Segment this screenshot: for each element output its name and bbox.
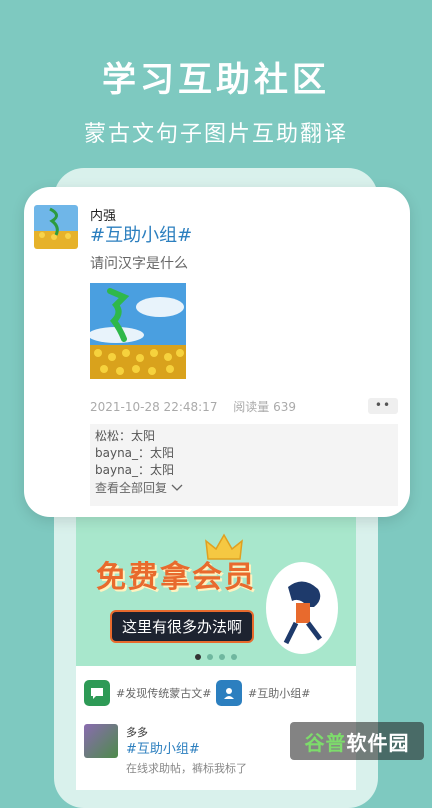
tag-row: #发现传统蒙古文# #互助小组# xyxy=(84,680,352,710)
post-meta: 2021-10-28 22:48:17 阅读量 639 xyxy=(90,398,296,415)
tag-discover-label: #发现传统蒙古文# xyxy=(116,687,212,700)
post-image[interactable] xyxy=(90,283,186,379)
user-card-icon xyxy=(216,680,242,706)
tag-help-group-label: #互助小组# xyxy=(248,687,311,700)
more-options-button[interactable]: •• xyxy=(368,398,398,414)
view-all-replies-link[interactable]: 查看全部回复 xyxy=(90,479,398,497)
carousel-dot[interactable] xyxy=(231,654,237,660)
running-figure-icon xyxy=(283,581,322,645)
banner-pill: 这里有很多办法啊 xyxy=(110,610,255,643)
avatar[interactable] xyxy=(34,205,78,249)
watermark-part2: 软件园 xyxy=(346,730,410,755)
chevron-down-icon xyxy=(171,484,183,491)
subhead: 蒙古文句子图片互助翻译 xyxy=(83,122,348,147)
reply-item: bayna_：太阳 xyxy=(95,463,175,477)
replies-box: 松松：太阳 bayna_：太阳 bayna_：太阳 查看全部回复 xyxy=(90,424,398,506)
post-views: 阅读量 639 xyxy=(233,400,297,414)
tag-discover[interactable]: #发现传统蒙古文# xyxy=(84,680,211,706)
topic-tag[interactable]: #互助小组# xyxy=(90,221,192,247)
carousel-dot[interactable] xyxy=(219,654,225,660)
featured-post-card[interactable]: 内强 #互助小组# 请问汉字是什么 2021-10-28 22:48:17 阅读… xyxy=(24,187,410,517)
watermark-part1: 谷普 xyxy=(304,730,347,755)
carousel-dot[interactable] xyxy=(207,654,213,660)
carousel-dot[interactable] xyxy=(195,654,201,660)
view-all-label: 查看全部回复 xyxy=(95,481,168,495)
post-question: 请问汉字是什么 xyxy=(90,256,188,272)
tag-help-group[interactable]: #互助小组# xyxy=(216,680,310,706)
reply-item: bayna_：太阳 xyxy=(95,446,175,460)
banner-title: 免费拿会员 xyxy=(96,560,256,595)
carousel-dots[interactable] xyxy=(76,654,356,660)
post-body: 在线求助帖，裤标我标了 xyxy=(126,762,247,775)
chat-bubble-icon xyxy=(84,680,110,706)
post-timestamp: 2021-10-28 22:48:17 xyxy=(90,400,218,414)
watermark-logo: 谷普 软件园 xyxy=(290,722,424,760)
post-topic[interactable]: #互助小组# xyxy=(126,738,200,757)
post-avatar xyxy=(84,724,118,758)
headline: 学习互助社区 xyxy=(102,60,330,100)
reply-item: 松松：太阳 xyxy=(95,429,156,443)
promo-banner[interactable]: 免费拿会员 这里有很多办法啊 xyxy=(76,517,356,666)
